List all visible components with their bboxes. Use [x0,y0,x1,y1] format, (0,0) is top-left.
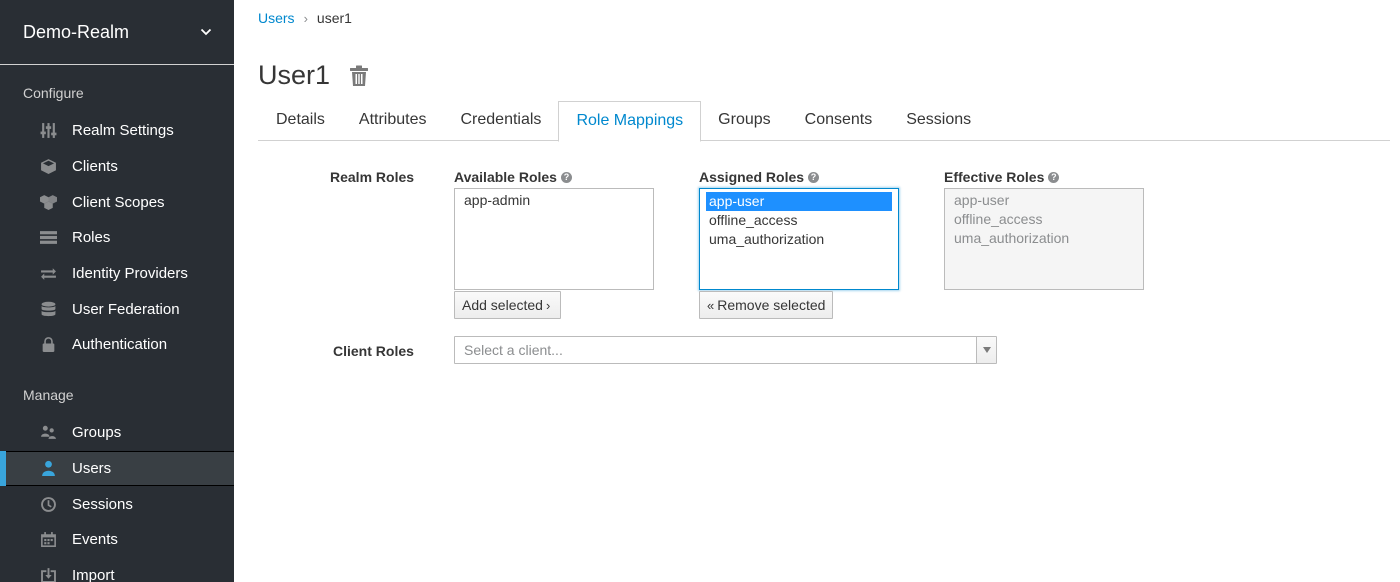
list-item[interactable]: app-user [706,192,892,211]
remove-selected-label: Remove selected [717,297,826,313]
user-tabs: Details Attributes Credentials Role Mapp… [258,101,1390,142]
sidebar-item-client-scopes[interactable]: Client Scopes [0,184,234,220]
sliders-icon [39,122,57,140]
client-select[interactable]: Select a client... [454,336,997,364]
calendar-icon [39,531,57,549]
tab-attributes[interactable]: Attributes [342,101,444,141]
available-roles-heading: Available Roles ? [454,169,572,185]
double-chevron-left-icon: « [707,297,715,313]
sidebar-item-roles[interactable]: Roles [0,220,234,256]
available-roles-heading-text: Available Roles [454,169,557,185]
sidebar: Demo-Realm Configure Realm Settings Clie… [0,0,234,582]
help-icon[interactable]: ? [560,171,572,183]
sidebar-item-label: Import [72,567,115,582]
list-item[interactable]: app-admin [455,191,653,210]
chevron-down-icon [200,28,212,36]
sidebar-item-label: Groups [72,424,122,442]
add-selected-button[interactable]: Add selected › [454,291,562,319]
sidebar-item-label: Events [72,531,118,549]
list-item: offline_access [954,211,1043,227]
assigned-roles-list[interactable]: app-user offline_access uma_authorizatio… [699,188,899,290]
users-icon [39,424,57,442]
effective-roles-list: app-user offline_access uma_authorizatio… [944,188,1144,290]
sidebar-item-label: User Federation [72,300,180,318]
tab-details[interactable]: Details [258,101,342,141]
chevron-right-icon: › [545,297,551,313]
sidebar-item-label: Client Scopes [72,193,165,211]
sidebar-item-clients[interactable]: Clients [0,149,234,185]
tab-groups[interactable]: Groups [701,101,787,141]
list-item: app-user [954,192,1010,208]
sidebar-item-sessions[interactable]: Sessions [0,486,234,522]
sidebar-item-label: Authentication [72,336,168,354]
sidebar-item-label: Roles [72,229,111,247]
manage-nav: Groups Users Sessions Events Import [0,415,234,582]
effective-roles-heading: Effective Roles ? [944,169,1060,185]
cubes-icon [39,193,57,211]
tab-consents[interactable]: Consents [788,101,890,141]
tab-credentials[interactable]: Credentials [444,101,559,141]
sidebar-item-user-federation[interactable]: User Federation [0,291,234,327]
sidebar-item-groups[interactable]: Groups [0,415,234,451]
sidebar-item-label: Realm Settings [72,122,174,140]
configure-nav: Realm Settings Clients Client Scopes Rol… [0,113,234,363]
remove-selected-button[interactable]: « Remove selected [699,291,834,319]
user-icon [39,460,57,478]
sidebar-item-label: Users [72,460,112,478]
page-title: User1 [258,60,331,90]
sidebar-item-import[interactable]: Import [0,558,234,582]
breadcrumb-current: user1 [316,10,352,26]
sidebar-item-label: Clients [72,158,118,176]
breadcrumb-users-link[interactable]: Users [258,10,295,26]
cube-icon [39,158,57,176]
add-selected-label: Add selected [462,297,543,313]
main-content: Users › user1 User1 Details Attributes C… [234,0,1400,582]
sidebar-item-users[interactable]: Users [0,450,234,487]
realm-roles-label: Realm Roles [330,169,415,185]
lock-icon [39,336,57,354]
effective-roles-heading-text: Effective Roles [944,169,1045,185]
database-icon [39,300,57,318]
sidebar-item-realm-settings[interactable]: Realm Settings [0,113,234,149]
help-icon[interactable]: ? [1048,171,1060,183]
import-icon [39,567,57,582]
list-item[interactable]: offline_access [706,211,892,230]
realm-selector[interactable]: Demo-Realm [0,0,234,65]
breadcrumb-separator-icon: › [303,10,308,26]
list-item: uma_authorization [954,230,1070,246]
configure-section-title: Configure [23,85,84,101]
realm-name: Demo-Realm [23,21,130,42]
clock-icon [39,495,57,513]
sidebar-item-identity-providers[interactable]: Identity Providers [0,256,234,292]
sidebar-item-events[interactable]: Events [0,522,234,558]
sidebar-item-label: Identity Providers [72,265,188,283]
manage-section-title: Manage [23,387,74,403]
tab-sessions[interactable]: Sessions [889,101,988,141]
exchange-icon [39,265,57,283]
page-header: User1 [258,60,369,91]
available-roles-list[interactable]: app-admin [454,188,654,290]
sidebar-item-authentication[interactable]: Authentication [0,327,234,363]
breadcrumb: Users › user1 [258,10,352,26]
client-roles-label: Client Roles [333,343,414,359]
help-icon[interactable]: ? [808,171,820,183]
trash-icon[interactable] [349,65,369,87]
assigned-roles-heading-text: Assigned Roles [699,169,805,185]
list-item[interactable]: uma_authorization [706,230,892,249]
dropdown-arrow-icon[interactable] [976,337,996,363]
tab-role-mappings[interactable]: Role Mappings [558,101,702,142]
roles-icon [39,229,57,247]
client-select-placeholder: Select a client... [464,342,563,358]
assigned-roles-heading: Assigned Roles ? [699,169,820,185]
sidebar-item-label: Sessions [72,495,133,513]
